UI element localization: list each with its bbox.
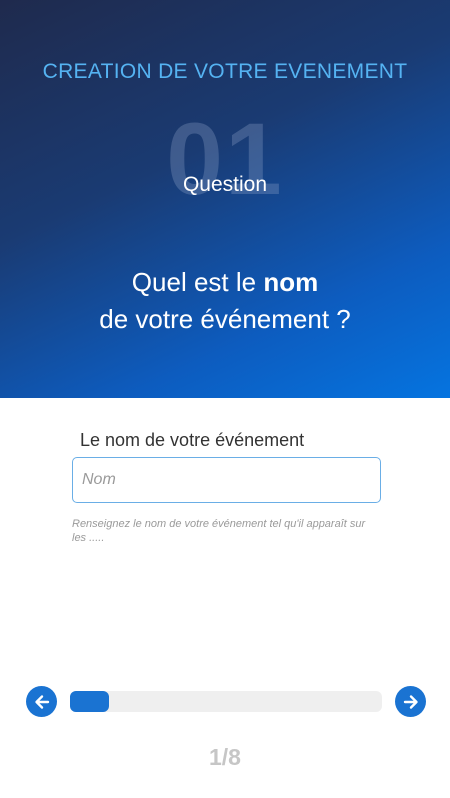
previous-button[interactable] [26, 686, 57, 717]
step-label: Question [182, 173, 268, 196]
page-title: CREATION DE VOTRE EVENEMENT [42, 60, 408, 83]
page-counter: 1/8 [209, 744, 241, 770]
progress-fill [70, 691, 109, 712]
arrow-right-icon [403, 694, 418, 709]
header-banner: CREATION DE VOTRE EVENEMENT 01 Question … [0, 0, 450, 398]
question-keyword: nom [263, 267, 319, 297]
question-suffix: de votre événement ? [99, 304, 351, 334]
next-button[interactable] [395, 686, 426, 717]
question-text: Quel est le nom de votre événement ? [0, 264, 450, 338]
question-prefix: Quel est le [131, 267, 264, 297]
event-name-label: Le nom de votre événement [80, 430, 305, 450]
progress-bar [70, 691, 382, 712]
event-name-input[interactable] [72, 457, 381, 503]
arrow-left-icon [34, 694, 49, 709]
helper-text: Renseignez le nom de votre événement tel… [72, 518, 366, 544]
